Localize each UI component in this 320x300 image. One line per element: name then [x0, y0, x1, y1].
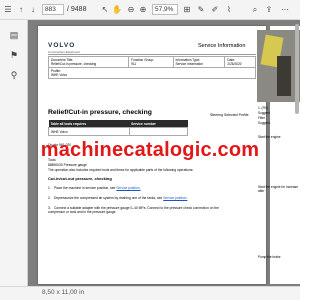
arrow-down-icon[interactable]: ↓ — [28, 4, 38, 15]
search-icon[interactable]: ⌕ — [250, 4, 260, 15]
meta-value: Service Information — [175, 62, 204, 66]
page-size-label: 8,50 x 11,00 in — [42, 289, 85, 296]
header-divider — [48, 54, 256, 55]
meta-value: 911 — [131, 62, 137, 66]
list-item: 1. (Fill) — [258, 106, 268, 110]
instruction-line: Pump the brake — [258, 255, 281, 259]
arrow-up-icon[interactable]: ↑ — [16, 4, 26, 15]
page-number-input[interactable]: 883 — [42, 4, 64, 15]
table-header: Service number — [129, 120, 188, 128]
service-information-heading: Service Information — [198, 43, 246, 49]
share-icon[interactable]: ⇪ — [264, 4, 274, 15]
watermark-text: machinecatalogic.com — [40, 139, 260, 161]
zoom-out-icon[interactable]: ⊖ — [126, 4, 136, 15]
list-item: Suggest — [258, 121, 270, 125]
table-header: Table all tools requires — [48, 120, 130, 128]
highlight-icon[interactable]: ✐ — [210, 4, 220, 15]
tools-line: 88890030 Pressure gauge — [48, 163, 87, 167]
component-photo — [257, 30, 300, 102]
vertical-scrollbar[interactable] — [295, 24, 299, 114]
pointer-icon[interactable]: ↖ — [100, 4, 110, 15]
table-cell: WHE Volvo — [48, 127, 130, 136]
list-item: 3. Connect a suitable adapter with the pr… — [48, 206, 228, 214]
page-title: Relief/Cut-in pressure, checking — [48, 109, 152, 116]
draw-icon[interactable]: ⌇ — [224, 4, 234, 15]
zoom-select[interactable]: 57,9% — [152, 4, 178, 15]
tools-line: The operation also includes required too… — [48, 168, 194, 172]
section-heading: Cut-in/cut-out pressure, checking — [48, 176, 112, 181]
bookmark-icon[interactable]: ⚑ — [7, 48, 21, 62]
list-item: 1. Place the machine in service position,… — [48, 186, 228, 190]
tools-table: Table all tools requires Service number … — [48, 120, 189, 136]
list-item: 2. Depressurize the compressed air system… — [48, 196, 228, 200]
step-text: Connect a suitable adapter with the pres… — [48, 206, 219, 215]
attachment-icon[interactable]: ⚲ — [7, 68, 21, 82]
fit-page-icon[interactable]: ⊞ — [182, 4, 192, 15]
step-link[interactable]: Service position. — [116, 186, 140, 190]
more-icon[interactable]: ⋯ — [280, 4, 290, 15]
meta-value: 2/26/2020 — [227, 62, 242, 66]
table-header-row: Table all tools requires Service number — [48, 120, 188, 128]
table-cell — [128, 127, 189, 136]
table-row: Document Title: Relief/Cut-in pressure, c… — [47, 56, 256, 68]
status-bar: 8,50 x 11,00 in — [0, 286, 300, 300]
step-text: Place the machine in service position, s… — [54, 186, 117, 190]
meta-cell: Information Type: Service Information — [172, 56, 226, 68]
list-item: Filter — [258, 116, 266, 120]
hand-icon[interactable]: ✋ — [112, 4, 122, 15]
volvo-logo: VOLVO — [48, 42, 76, 49]
zoom-in-icon[interactable]: ⊕ — [138, 4, 148, 15]
meta-value: Relief/Cut-in pressure, checking — [51, 62, 97, 66]
sidebar-toggle-icon[interactable]: ☰ — [3, 4, 13, 15]
table-row: Profile: WHE Volvo — [48, 67, 256, 79]
meta-cell: Document Title: Relief/Cut-in pressure, c… — [47, 56, 130, 68]
table-row: WHE Volvo — [48, 127, 189, 136]
page-total: / 9488 — [67, 6, 87, 13]
step-link[interactable]: Service position. — [163, 196, 187, 200]
step-text: Depressurize the compressed air system b… — [54, 196, 164, 200]
list-item: Suggest — [258, 111, 270, 115]
comment-icon[interactable]: ✎ — [196, 4, 206, 15]
meta-value: WHE Volvo — [51, 73, 68, 77]
document-meta-table: Document Title: Relief/Cut-in pressure, c… — [47, 56, 256, 79]
thumbnails-icon[interactable]: ▤ — [7, 28, 21, 42]
toolbar: ☰ ↑ ↓ 883 / 9488 ↖ ✋ ⊖ ⊕ 57,9% ⊞ ✎ ✐ ⌇ ⌕… — [0, 0, 300, 20]
instruction-line: Start the engine for increase after — [258, 185, 299, 193]
photo-detail — [277, 56, 291, 96]
meta-cell: Function Group: 911 — [128, 56, 174, 68]
meta-cell: Profile: WHE Volvo — [48, 67, 256, 79]
meta-cell: Date: 2/26/2020 — [224, 56, 256, 68]
page-subtitle: Steering Selected Profile — [210, 113, 249, 117]
